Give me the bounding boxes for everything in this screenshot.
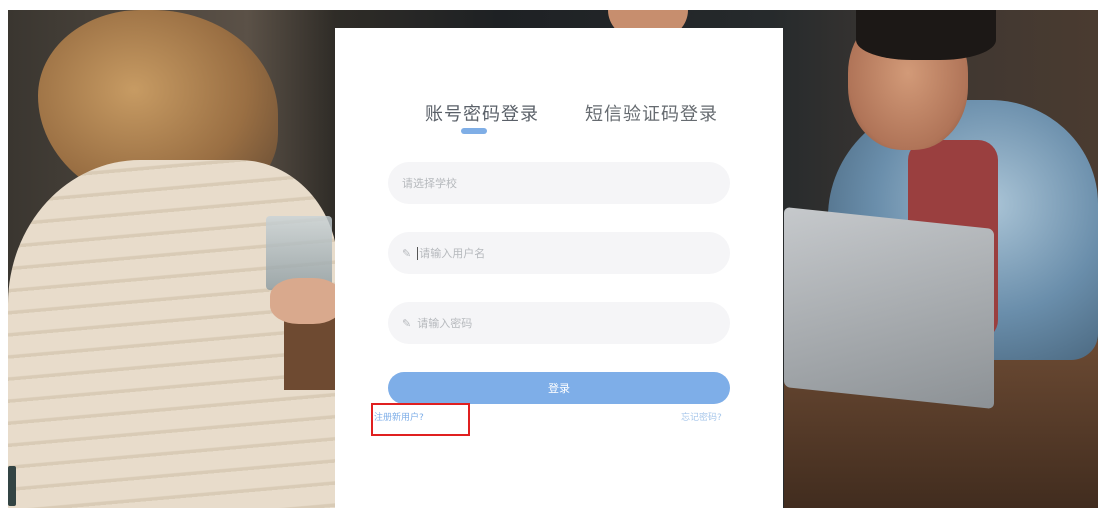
username-placeholder: 请输入用户名 bbox=[419, 247, 486, 260]
password-placeholder: 请输入密码 bbox=[417, 317, 473, 330]
pencil-icon: ✎ bbox=[402, 246, 412, 260]
side-handle[interactable] bbox=[8, 466, 16, 506]
highlight-box bbox=[371, 403, 470, 436]
forgot-password-link[interactable]: 忘记密码? bbox=[681, 410, 722, 423]
photo-laptop bbox=[784, 206, 994, 410]
active-tab-indicator bbox=[461, 128, 487, 134]
username-input[interactable]: ✎ 请输入用户名 bbox=[388, 232, 730, 274]
login-card: 账号密码登录 短信验证码登录 请选择学校 ✎ 请输入用户名 ✎ 请输入密码 登录… bbox=[335, 28, 783, 508]
password-input[interactable]: ✎ 请输入密码 bbox=[388, 302, 730, 344]
school-placeholder: 请选择学校 bbox=[402, 177, 457, 190]
login-tabs: 账号密码登录 短信验证码登录 bbox=[335, 100, 783, 140]
tab-password-login[interactable]: 账号密码登录 bbox=[425, 100, 539, 126]
login-button[interactable]: 登录 bbox=[388, 372, 730, 404]
photo-hand bbox=[270, 278, 342, 324]
pencil-icon: ✎ bbox=[402, 316, 412, 330]
school-select[interactable]: 请选择学校 bbox=[388, 162, 730, 204]
tab-sms-login[interactable]: 短信验证码登录 bbox=[585, 100, 718, 126]
text-cursor bbox=[417, 246, 419, 260]
photo-person-right-hair bbox=[856, 10, 996, 60]
